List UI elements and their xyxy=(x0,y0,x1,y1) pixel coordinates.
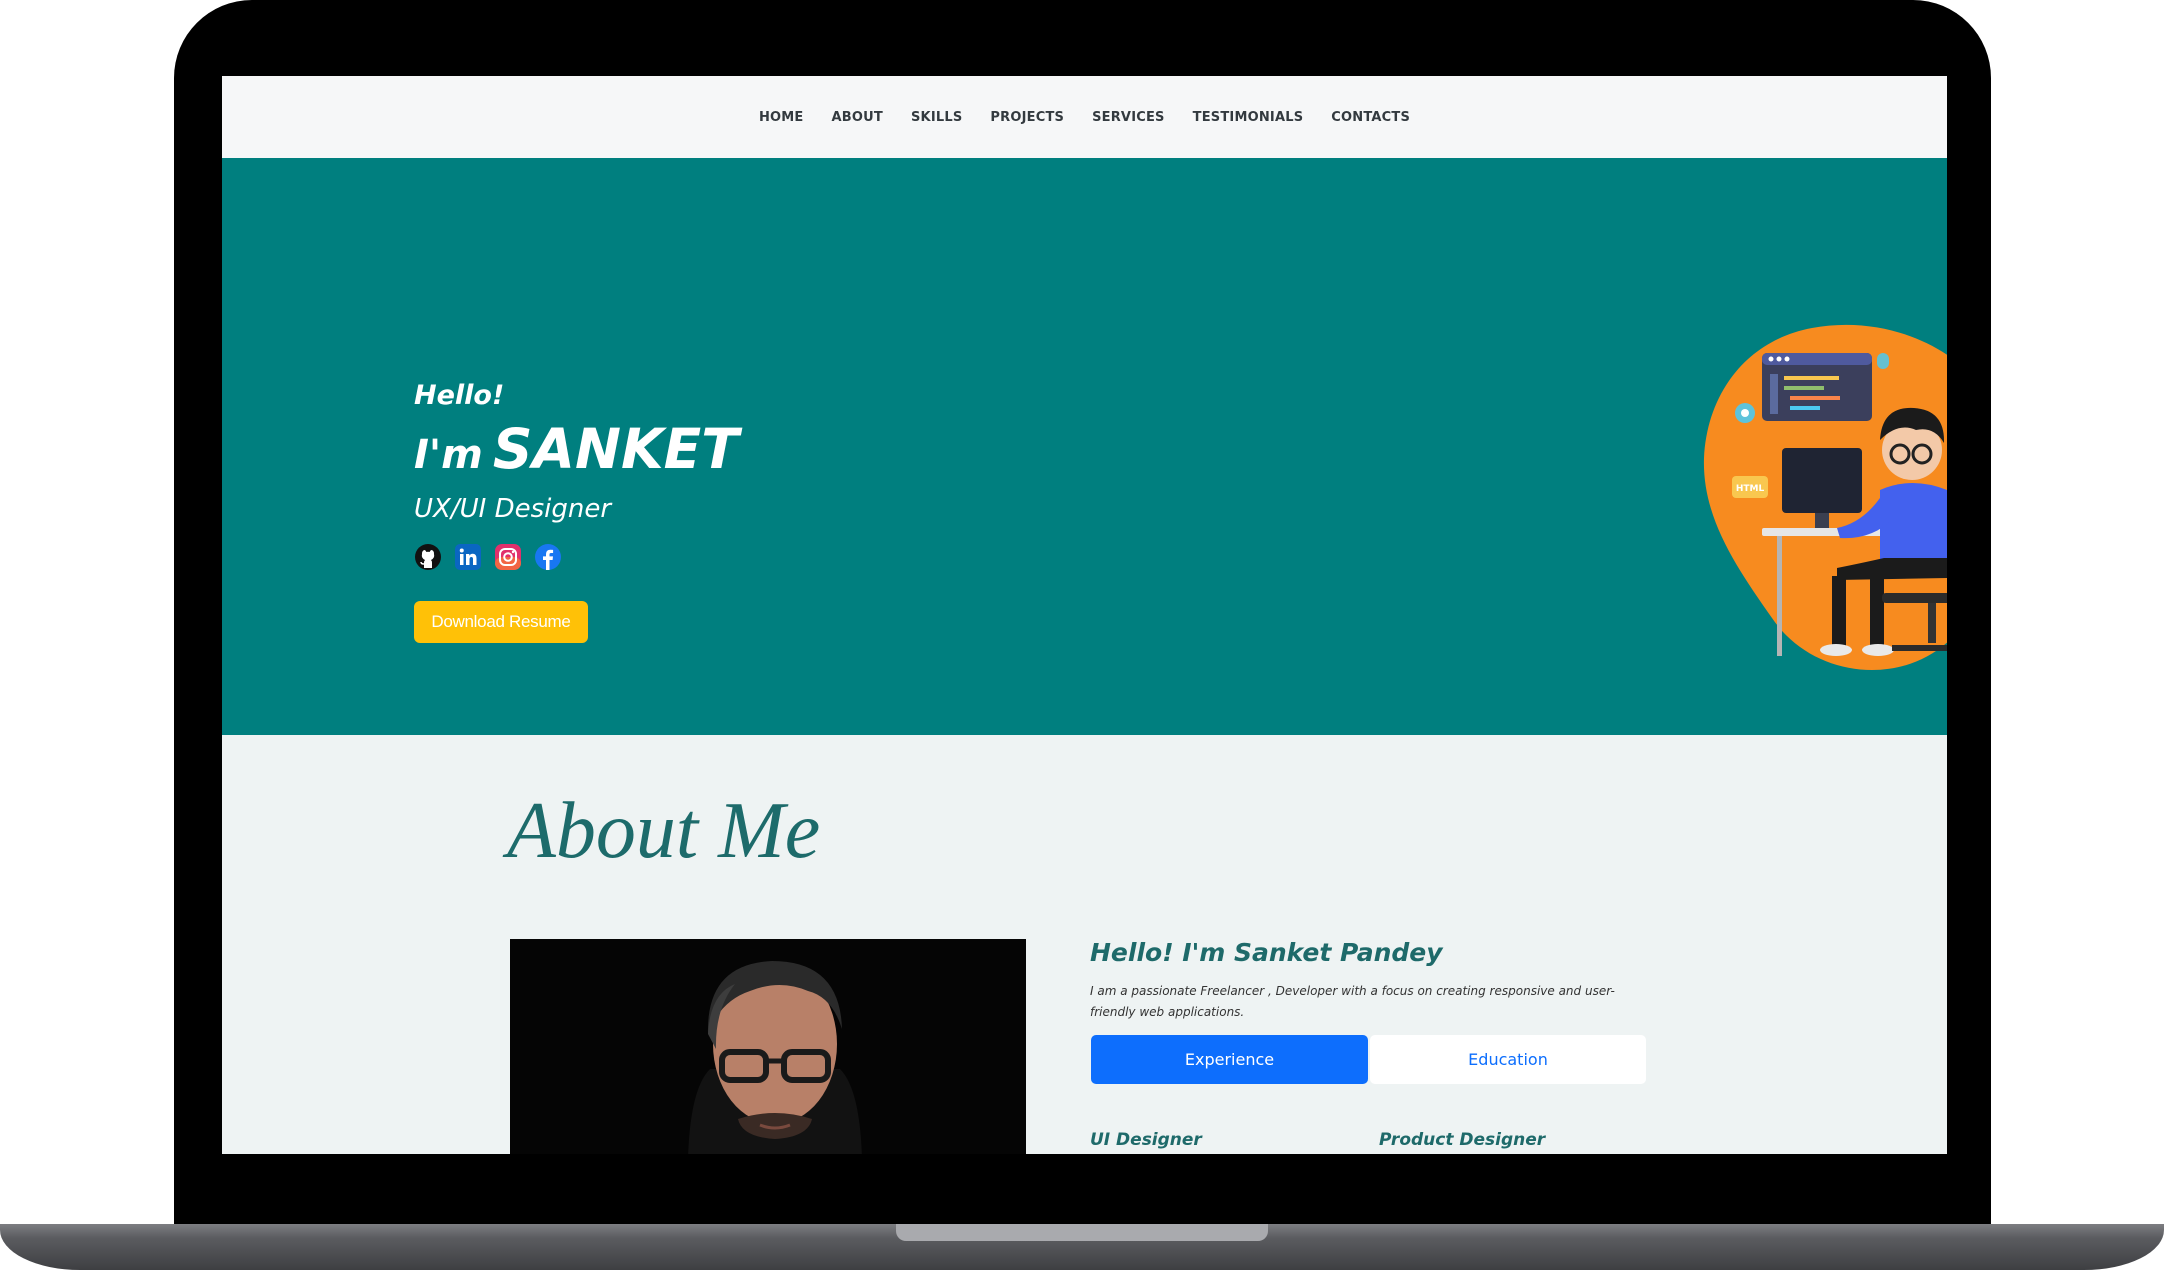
navbar: HOME ABOUT SKILLS PROJECTS SERVICES TEST… xyxy=(222,76,1947,158)
nav-skills[interactable]: SKILLS xyxy=(911,110,962,125)
hero-role: UX/UI Designer xyxy=(414,494,612,524)
developer-illustration: HTML xyxy=(1703,324,1947,671)
nav-testimonials[interactable]: TESTIMONIALS xyxy=(1193,110,1304,125)
laptop-notch xyxy=(896,1224,1268,1241)
download-resume-button[interactable]: Download Resume xyxy=(414,601,588,643)
screen: HOME ABOUT SKILLS PROJECTS SERVICES TEST… xyxy=(222,76,1947,1154)
about-heading: Hello! I'm Sanket Pandey xyxy=(1090,938,1443,967)
hero-section: Hello! I'm SANKET UX/UI Designer Downloa… xyxy=(222,158,1947,735)
nav-contacts[interactable]: CONTACTS xyxy=(1331,110,1410,125)
instagram-icon[interactable] xyxy=(494,543,522,571)
html-badge: HTML xyxy=(1736,484,1765,494)
social-links xyxy=(414,543,562,571)
hero-greeting: Hello! xyxy=(414,380,505,411)
nav-home[interactable]: HOME xyxy=(759,110,804,125)
about-description: I am a passionate Freelancer , Developer… xyxy=(1090,984,1615,1019)
tab-experience[interactable]: Experience xyxy=(1091,1035,1368,1084)
nav-services[interactable]: SERVICES xyxy=(1092,110,1165,125)
linkedin-icon[interactable] xyxy=(454,543,482,571)
job-title-ui-designer: UI Designer xyxy=(1090,1130,1202,1150)
hero-name: I'm SANKET xyxy=(414,422,739,477)
profile-photo xyxy=(510,939,1026,1154)
nav-about[interactable]: ABOUT xyxy=(832,110,883,125)
tab-education[interactable]: Education xyxy=(1370,1035,1646,1084)
github-icon[interactable] xyxy=(414,543,442,571)
about-title: About Me xyxy=(507,787,821,875)
nav-projects[interactable]: PROJECTS xyxy=(990,110,1064,125)
code-window-icon xyxy=(1762,353,1872,421)
profile-portrait xyxy=(510,939,1026,1154)
job-title-product-designer: Product Designer xyxy=(1379,1130,1546,1150)
hero-name-text: SANKET xyxy=(492,417,739,481)
facebook-icon[interactable] xyxy=(534,543,562,571)
hero-name-prefix: I'm xyxy=(414,432,483,478)
